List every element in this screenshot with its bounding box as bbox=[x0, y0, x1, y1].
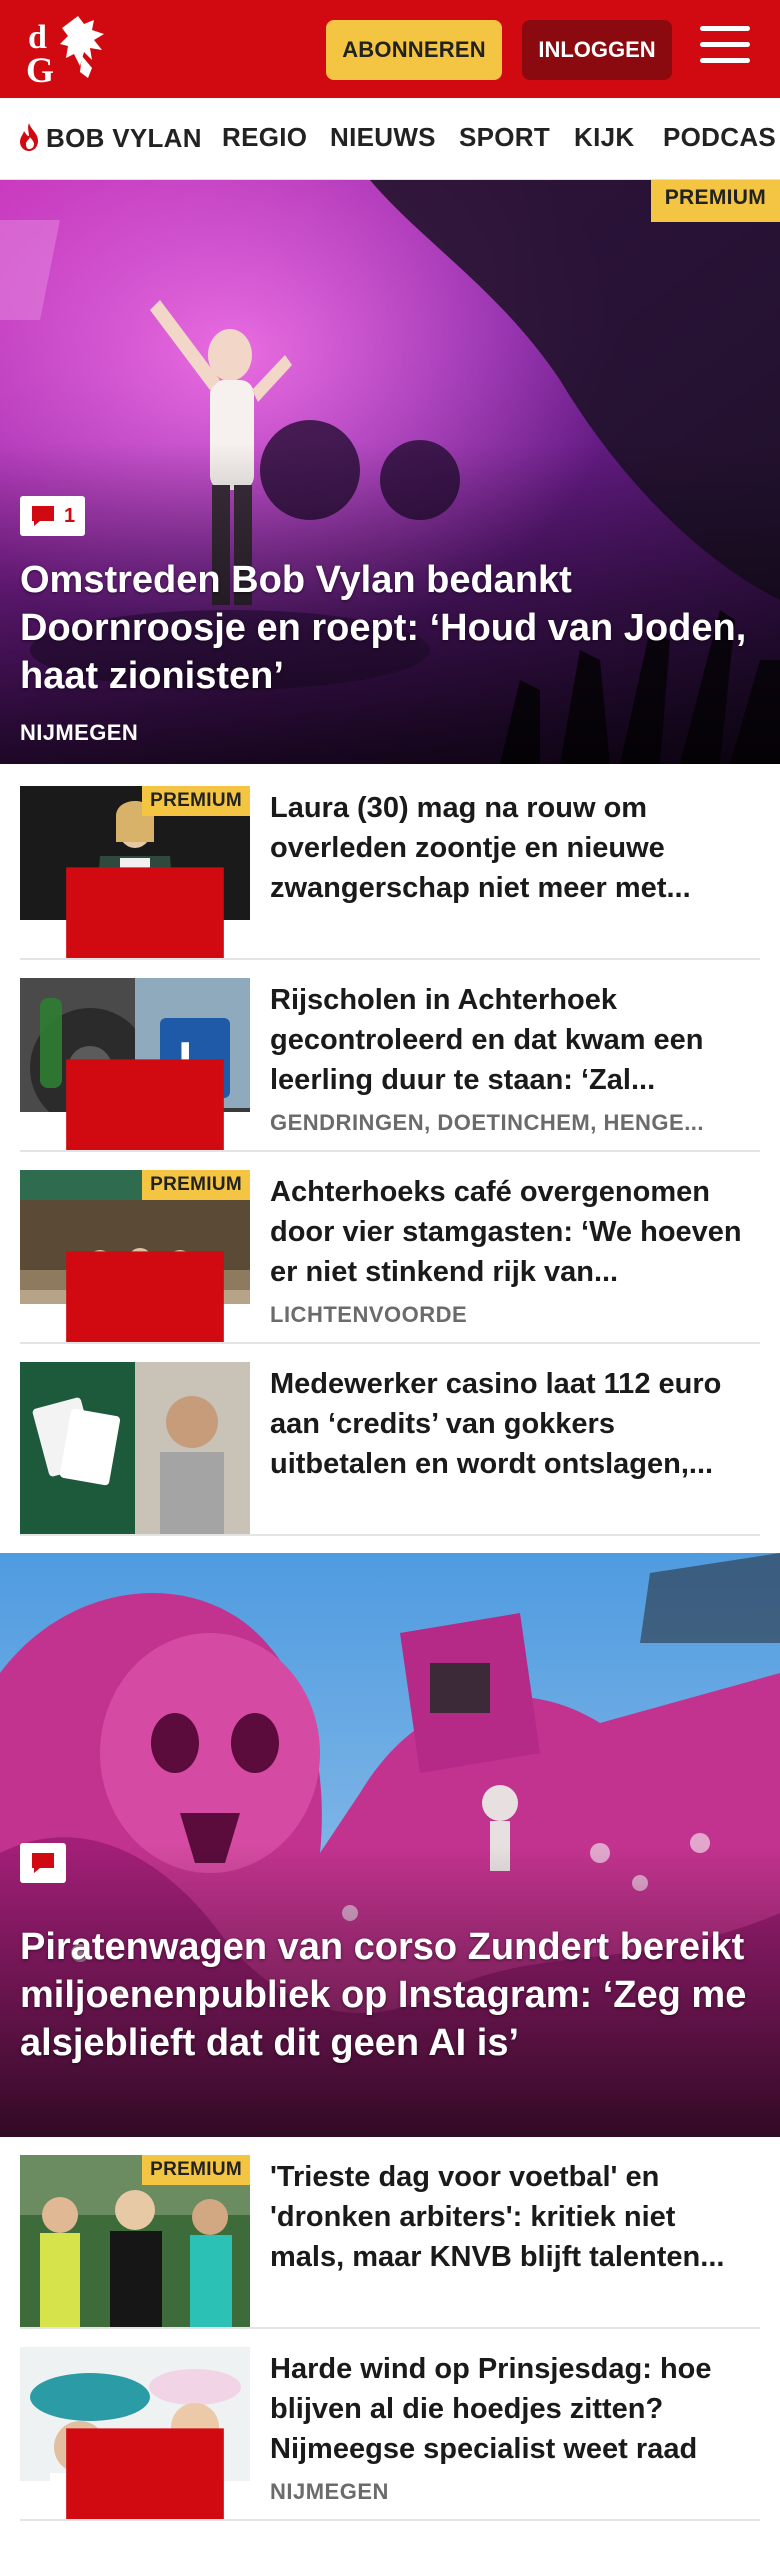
article-thumbnail bbox=[20, 2347, 250, 2519]
article-thumbnail: PREMIUM bbox=[20, 2155, 250, 2327]
list-item[interactable]: PREMIUM 3 Laura (30) mag na rouw om over… bbox=[20, 786, 760, 960]
list-item[interactable]: Harde wind op Prinsjesdag: hoe blijven a… bbox=[20, 2347, 760, 2521]
article-thumbnail: L 1 bbox=[20, 978, 250, 1150]
article-thumbnail bbox=[20, 1362, 250, 1534]
comment-badge: 3 bbox=[20, 867, 250, 958]
section-nav: BOB VYLAN REGIO NIEUWS SPORT KIJK PODCAS bbox=[0, 98, 780, 180]
top-bar: d G ABONNEREN INLOGGEN bbox=[0, 0, 780, 98]
article-title[interactable]: Harde wind op Prinsjesdag: hoe blijven a… bbox=[270, 2349, 750, 2469]
comment-badge: 1 bbox=[20, 496, 86, 536]
list-item[interactable]: PREMIUM 'Trieste dag voor voetbal' en 'd… bbox=[20, 2155, 760, 2329]
nav-item-label: BOB VYLAN bbox=[46, 123, 202, 153]
article-title[interactable]: Achterhoeks café overgenomen door vier s… bbox=[270, 1172, 750, 1292]
subscribe-button[interactable]: ABONNEREN bbox=[326, 20, 502, 80]
hero-article[interactable]: Piratenwagen van corso Zundert bereikt m… bbox=[0, 1553, 780, 2137]
hero-article[interactable]: PREMIUM 1 Omstreden Bob Vylan bedankt Do… bbox=[0, 180, 780, 764]
svg-text:G: G bbox=[26, 50, 54, 88]
comment-badge bbox=[20, 2428, 250, 2519]
premium-badge: PREMIUM bbox=[142, 786, 250, 816]
dg-logo[interactable]: d G bbox=[22, 12, 118, 88]
list-item[interactable]: PREMIUM 2 Achterhoeks café overgenomen d… bbox=[20, 1170, 760, 1344]
menu-icon[interactable] bbox=[700, 26, 750, 72]
login-button[interactable]: INLOGGEN bbox=[522, 20, 672, 80]
comment-badge: 2 bbox=[20, 1251, 250, 1342]
article-title[interactable]: Laura (30) mag na rouw om overleden zoon… bbox=[270, 788, 750, 908]
nav-item-nieuws[interactable]: NIEUWS bbox=[330, 122, 436, 153]
article-location: LICHTENVOORDE bbox=[270, 1302, 468, 1327]
nav-item-bob-vylan[interactable]: BOB VYLAN bbox=[16, 122, 202, 154]
nav-item-kijk[interactable]: KIJK bbox=[574, 122, 634, 153]
comment-badge bbox=[20, 1843, 66, 1883]
comment-icon bbox=[66, 1251, 224, 1342]
hero-headline[interactable]: Piratenwagen van corso Zundert bereikt m… bbox=[20, 1923, 760, 2067]
article-thumbnail: PREMIUM 2 bbox=[20, 1170, 250, 1342]
article-title[interactable]: 'Trieste dag voor voetbal' en 'dronken a… bbox=[270, 2157, 750, 2277]
comment-icon bbox=[66, 2428, 224, 2519]
hero-headline[interactable]: Omstreden Bob Vylan bedankt Doornroosje … bbox=[20, 556, 760, 700]
premium-badge: PREMIUM bbox=[142, 2155, 250, 2185]
list-item[interactable]: L 1 Rijscholen in Achterhoek gecontrolee… bbox=[20, 978, 760, 1152]
hero-location: NIJMEGEN bbox=[20, 720, 139, 745]
article-title[interactable]: Medewerker casino laat 112 euro aan ‘cre… bbox=[270, 1364, 750, 1484]
thumbnail-image bbox=[20, 1362, 250, 1534]
article-location: GENDRINGEN, DOETINCHEM, HENGE... bbox=[270, 1110, 705, 1135]
nav-item-podcast[interactable]: PODCAS bbox=[663, 122, 776, 153]
nav-item-sport[interactable]: SPORT bbox=[459, 122, 550, 153]
comment-count: 1 bbox=[64, 504, 76, 527]
premium-badge: PREMIUM bbox=[650, 180, 780, 222]
comment-icon bbox=[32, 506, 54, 526]
flame-icon bbox=[20, 123, 38, 151]
list-item[interactable]: Medewerker casino laat 112 euro aan ‘cre… bbox=[20, 1362, 760, 1536]
article-title[interactable]: Rijscholen in Achterhoek gecontroleerd e… bbox=[270, 980, 750, 1100]
comment-badge: 1 bbox=[20, 1059, 250, 1150]
article-location: NIJMEGEN bbox=[270, 2479, 389, 2504]
article-thumbnail: PREMIUM 3 bbox=[20, 786, 250, 958]
comment-icon bbox=[32, 1853, 54, 1873]
comment-icon bbox=[66, 1059, 224, 1150]
nav-item-regio[interactable]: REGIO bbox=[222, 122, 307, 153]
comment-icon bbox=[66, 867, 224, 958]
premium-badge: PREMIUM bbox=[142, 1170, 250, 1200]
